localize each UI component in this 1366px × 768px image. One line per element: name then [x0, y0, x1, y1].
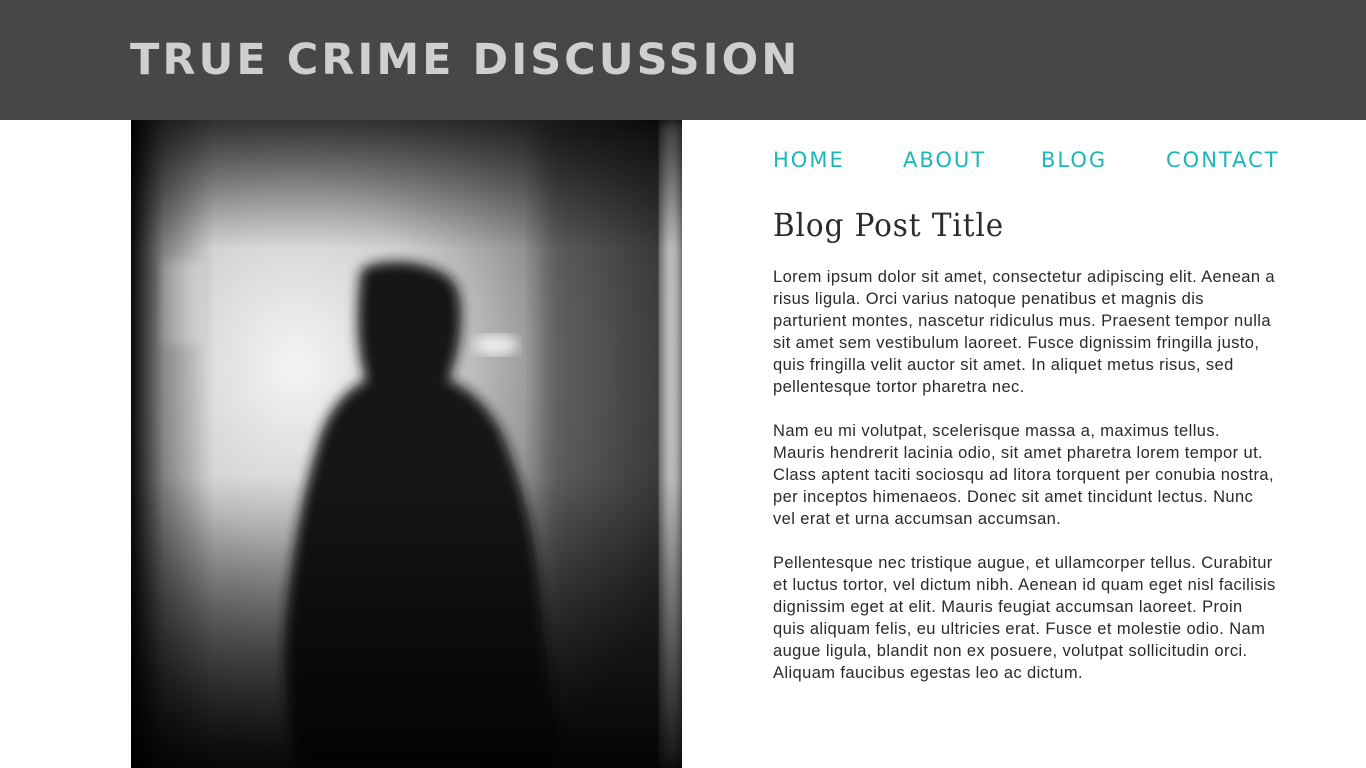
- post-paragraph: Lorem ipsum dolor sit amet, consectetur …: [773, 268, 1276, 396]
- main-nav: HOME ABOUT BLOG CONTACT: [773, 145, 1278, 175]
- blog-post: Blog Post Title Lorem ipsum dolor sit am…: [773, 200, 1276, 706]
- nav-about-link[interactable]: ABOUT: [903, 145, 986, 175]
- post-paragraph: Pellentesque nec tristique augue, et ull…: [773, 554, 1276, 682]
- hero-photo: [131, 120, 682, 768]
- silhouette-photo-icon: [131, 120, 682, 768]
- nav-contact-link[interactable]: CONTACT: [1166, 145, 1280, 175]
- post-title: Blog Post Title: [773, 206, 1005, 244]
- post-paragraph: Nam eu mi volutpat, scelerisque massa a,…: [773, 422, 1274, 528]
- site-header: TRUE CRIME DISCUSSION: [0, 0, 1366, 120]
- nav-blog-link[interactable]: BLOG: [1041, 145, 1107, 175]
- nav-home-link[interactable]: HOME: [773, 145, 845, 175]
- site-title[interactable]: TRUE CRIME DISCUSSION: [130, 32, 800, 88]
